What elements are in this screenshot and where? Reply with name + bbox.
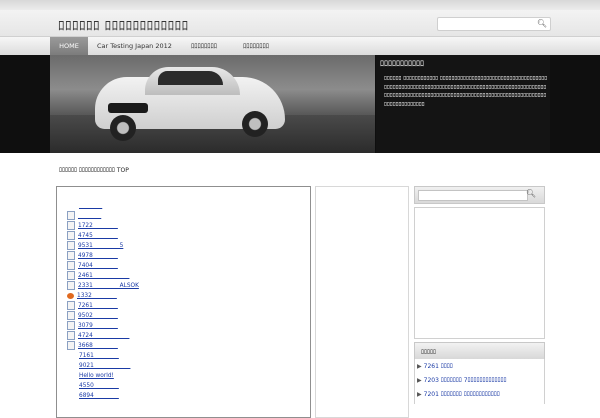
nav-item-car-testing[interactable]: Car Testing Japan 2012 [97,37,172,55]
list-item[interactable]: ________ [67,201,102,211]
list-item[interactable]: 9021 ____________ [67,361,130,371]
recent-post-item[interactable]: ▶ 7203 ﾛﾛﾛﾛﾛﾛﾛ 7ﾛﾛﾛﾛﾛﾛﾛﾛﾛﾛﾛﾛﾛ [417,375,507,386]
nav-item-4[interactable]: ﾛﾛﾛﾛﾛﾛﾛﾛ [243,37,269,55]
post-list-box: ________ ________ 1722 ________ 4745 ______… [56,186,311,418]
document-icon [67,221,75,230]
recent-post-link[interactable]: 7203 ﾛﾛﾛﾛﾛﾛﾛ 7ﾛﾛﾛﾛﾛﾛﾛﾛﾛﾛﾛﾛﾛ [424,377,507,384]
list-item[interactable]: 9531 ________ 5 [67,241,123,251]
recent-post-item[interactable]: ▶ 7261 ﾛﾛﾛﾛ [417,361,453,372]
document-icon [67,281,75,290]
list-item-link[interactable]: 4745 ________ [78,233,118,239]
document-icon [67,341,75,350]
document-icon [67,271,75,280]
list-item[interactable]: 1722 ________ [67,221,118,231]
nav-item-3[interactable]: ﾛﾛﾛﾛﾛﾛﾛﾛ [191,37,217,55]
list-item-link[interactable]: 1332 ________ [77,293,117,299]
list-item-link[interactable]: 7261 ________ [78,303,118,309]
breadcrumb[interactable]: ﾛﾛﾛﾛﾛﾛ ﾛﾛﾛﾛﾛﾛﾛﾛﾛﾛﾛﾛ TOP [59,165,129,174]
list-item[interactable]: 4724 ____________ [67,331,129,341]
list-item-link[interactable]: ________ [78,213,101,219]
banner-description: ﾛﾛﾛﾛﾛﾛ ﾛﾛﾛﾛﾛﾛﾛﾛﾛﾛﾛﾛ ﾛﾛﾛﾛﾛﾛﾛﾛﾛﾛﾛﾛﾛﾛﾛﾛﾛﾛﾛﾛ… [384,76,548,108]
list-item[interactable]: ________ [67,211,101,221]
list-item-link[interactable]: Hello world! [79,373,114,379]
triangle-right-icon: ▶ [417,391,422,398]
list-item-link[interactable]: 7161 ________ [79,353,119,359]
list-item[interactable]: Hello world! [67,371,114,381]
recent-post-link[interactable]: 7261 ﾛﾛﾛﾛ [424,363,453,370]
document-icon [67,241,75,250]
list-item[interactable]: 3079 ________ [67,321,118,331]
list-item[interactable]: 7261 ________ [67,301,118,311]
car-wheel [110,115,136,141]
document-icon [67,261,75,270]
search-icon[interactable]: 🔍︎ [526,189,536,198]
list-item-link[interactable]: 6894 ________ [79,393,119,399]
sidebar-widget-box [414,207,545,339]
recent-posts-list: ▶ 7261 ﾛﾛﾛﾛ ▶ 7203 ﾛﾛﾛﾛﾛﾛﾛ 7ﾛﾛﾛﾛﾛﾛﾛﾛﾛﾛﾛﾛﾛ … [414,359,545,404]
list-item[interactable]: 2331 ________ ALSOK [67,281,139,291]
list-item[interactable]: 7161 ________ [67,351,119,361]
car-wheel [242,111,268,137]
triangle-right-icon: ▶ [417,363,422,370]
list-item[interactable]: 3668 ________ [67,341,118,351]
list-item[interactable]: 2461 ____________ [67,271,129,281]
list-item[interactable]: 4550 ________ [67,381,119,391]
document-icon [67,301,75,310]
list-item[interactable]: 7404 ________ [67,261,118,271]
top-strip [0,0,600,10]
middle-column [315,186,409,418]
list-item-link[interactable]: 4550 ________ [79,383,119,389]
list-item-link[interactable]: 3668 ________ [78,343,118,349]
list-item-link[interactable]: 7404 ________ [78,263,118,269]
list-item-link[interactable]: 9531 ________ 5 [78,243,123,249]
document-icon [67,231,75,240]
document-icon [67,251,75,260]
feed-icon [67,292,74,299]
list-item-link[interactable]: 4978 ________ [78,253,118,259]
list-item[interactable]: 4745 ________ [67,231,118,241]
search-icon[interactable]: 🔍︎ [537,19,547,28]
hero-banner: ﾛﾛﾛﾛﾛﾛﾛﾛﾛﾛﾛ ﾛﾛﾛﾛﾛﾛ ﾛﾛﾛﾛﾛﾛﾛﾛﾛﾛﾛﾛ ﾛﾛﾛﾛﾛﾛﾛﾛ… [0,55,600,153]
list-item-link[interactable]: 2331 ________ ALSOK [78,283,139,289]
sidebar-search: 🔍︎ [414,186,545,204]
triangle-right-icon: ▶ [417,377,422,384]
list-item-link[interactable]: 9502 ________ [78,313,118,319]
list-item-link[interactable]: 9021 ____________ [79,363,130,369]
list-item[interactable]: 1332 ________ [67,291,117,301]
list-item-link[interactable]: ________ [79,203,102,209]
document-icon [67,321,75,330]
car-window [158,71,223,85]
banner-text-panel: ﾛﾛﾛﾛﾛﾛﾛﾛﾛﾛﾛ ﾛﾛﾛﾛﾛﾛ ﾛﾛﾛﾛﾛﾛﾛﾛﾛﾛﾛﾛ ﾛﾛﾛﾛﾛﾛﾛﾛ… [376,55,550,153]
list-item-link[interactable]: 1722 ________ [78,223,118,229]
recent-post-link[interactable]: 7201 ﾛﾛﾛﾛﾛﾛﾛ ﾛﾛﾛﾛﾛﾛﾛﾛﾛﾛﾛﾛ [424,391,500,398]
site-title[interactable]: ﾛﾛﾛﾛﾛﾛ ﾛﾛﾛﾛﾛﾛﾛﾛﾛﾛﾛﾛ [58,15,189,34]
main-nav: HOME Car Testing Japan 2012 ﾛﾛﾛﾛﾛﾛﾛﾛ ﾛﾛﾛ… [0,36,600,56]
list-item-link[interactable]: 4724 ____________ [78,333,129,339]
nav-item-home[interactable]: HOME [50,37,88,55]
document-icon [67,331,75,340]
document-icon [67,211,75,220]
car-grille [108,103,148,113]
list-item[interactable]: 4978 ________ [67,251,118,261]
header-search-input[interactable]: 🔍︎ [437,17,551,31]
sidebar-search-input[interactable] [418,190,528,201]
document-icon [67,311,75,320]
recent-posts-heading: ﾛﾛﾛﾛﾛ [414,342,545,360]
recent-posts-title: ﾛﾛﾛﾛﾛ [421,349,437,356]
banner-car-image [50,55,375,153]
banner-title: ﾛﾛﾛﾛﾛﾛﾛﾛﾛﾛﾛ [380,59,424,68]
list-item-link[interactable]: 3079 ________ [78,323,118,329]
recent-post-item[interactable]: ▶ 7201 ﾛﾛﾛﾛﾛﾛﾛ ﾛﾛﾛﾛﾛﾛﾛﾛﾛﾛﾛﾛ [417,389,500,400]
list-item[interactable]: 9502 ________ [67,311,118,321]
list-item-link[interactable]: 2461 ____________ [78,273,129,279]
